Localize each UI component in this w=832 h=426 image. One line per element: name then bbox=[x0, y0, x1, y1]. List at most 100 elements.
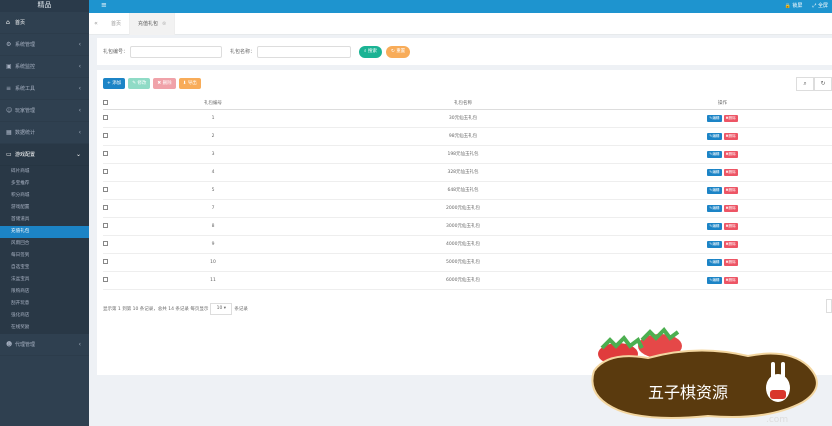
row-delete-button[interactable]: ✖删除 bbox=[723, 186, 738, 194]
row-delete-button[interactable]: ✖删除 bbox=[723, 132, 738, 140]
submenu-item[interactable]: 碎片商城 bbox=[0, 166, 89, 178]
pagination-suffix: 条记录 bbox=[234, 307, 248, 312]
select-all-checkbox[interactable] bbox=[103, 98, 113, 110]
add-button[interactable]: + 添加 bbox=[103, 78, 126, 89]
page-size-select[interactable]: 10 ▾ bbox=[210, 303, 233, 315]
sidebar-item-label: 系统工具 bbox=[15, 86, 36, 92]
submenu-item[interactable]: 充值礼包 bbox=[0, 226, 89, 238]
actions-cell: ✎编辑 ✖删除 bbox=[613, 181, 832, 200]
delete-button-label: 删除 bbox=[162, 81, 172, 86]
chevron-left-icon: ‹ bbox=[78, 41, 81, 48]
submenu-item[interactable]: 法盆宝具 bbox=[0, 274, 89, 286]
row-edit-button[interactable]: ✎编辑 bbox=[707, 186, 722, 194]
row-checkbox[interactable] bbox=[103, 199, 113, 218]
row-edit-label: 编辑 bbox=[712, 205, 720, 210]
row-edit-button[interactable]: ✎编辑 bbox=[707, 240, 722, 248]
row-delete-button[interactable]: ✖删除 bbox=[723, 240, 738, 248]
reset-button[interactable]: ↻ 重置 bbox=[385, 45, 411, 58]
sidebar-item-3[interactable]: ≡ 系统工具 ‹ bbox=[0, 78, 89, 100]
search-icon[interactable]: ⌕ bbox=[796, 77, 814, 91]
gift-name-input[interactable] bbox=[257, 45, 352, 58]
submenu-item[interactable]: 刮开玩意 bbox=[0, 298, 89, 310]
row-checkbox[interactable] bbox=[103, 163, 113, 182]
row-edit-button[interactable]: ✎编辑 bbox=[707, 222, 722, 230]
table-row: 3 198元仙玉礼包 ✎编辑 ✖删除 bbox=[103, 145, 832, 164]
sidebar-item-label: 代理管理 bbox=[15, 342, 36, 348]
actions-cell: ✎编辑 ✖删除 bbox=[613, 163, 832, 182]
sidebar-item-label: 首页 bbox=[15, 20, 26, 26]
row-checkbox[interactable] bbox=[103, 127, 113, 146]
row-checkbox[interactable] bbox=[103, 235, 113, 254]
submenu-item[interactable]: 游戏配置 bbox=[0, 202, 89, 214]
page-edge-button[interactable] bbox=[826, 299, 832, 313]
gift-table: 礼包编号 礼包名称 操作 1 30元仙玉礼包 ✎编辑 ✖删除 2 98元仙玉礼包 ✎编辑 ✖删… bbox=[103, 98, 832, 290]
row-delete-button[interactable]: ✖删除 bbox=[723, 222, 738, 230]
tab-active[interactable]: 充值礼包 ⊗ bbox=[130, 12, 176, 35]
hamburger-icon[interactable]: ≡ bbox=[101, 1, 107, 9]
row-delete-button[interactable]: ✖删除 bbox=[723, 258, 738, 266]
row-delete-button[interactable]: ✖删除 bbox=[723, 114, 738, 122]
export-button[interactable]: ⬇ 导出 bbox=[178, 78, 201, 89]
row-edit-button[interactable]: ✎编辑 bbox=[707, 276, 722, 284]
table-row: 2 98元仙玉礼包 ✎编辑 ✖删除 bbox=[103, 127, 832, 146]
row-delete-button[interactable]: ✖删除 bbox=[723, 204, 738, 212]
row-checkbox[interactable] bbox=[103, 253, 113, 272]
sidebar-item-4[interactable]: ☺ 玩家管理 ‹ bbox=[0, 100, 89, 122]
edit-button[interactable]: ✎ 修改 bbox=[128, 78, 151, 89]
reset-button-label: 重置 bbox=[396, 48, 406, 54]
sidebar-item-5[interactable]: ▦ 数据统计 ‹ bbox=[0, 122, 89, 144]
sidebar-item-2[interactable]: ▣ 系统监控 ‹ bbox=[0, 56, 89, 78]
row-checkbox[interactable] bbox=[103, 217, 113, 236]
row-edit-label: 编辑 bbox=[712, 259, 720, 264]
row-edit-label: 编辑 bbox=[712, 151, 720, 156]
submenu-item[interactable]: 强化商店 bbox=[0, 310, 89, 322]
row-checkbox[interactable] bbox=[103, 145, 113, 164]
row-edit-button[interactable]: ✎编辑 bbox=[707, 150, 722, 158]
submenu-item[interactable]: 首储道具 bbox=[0, 214, 89, 226]
row-delete-label: 删除 bbox=[728, 205, 736, 210]
sidebar-item-6[interactable]: ▭ 游戏配置 ⌄ bbox=[0, 144, 89, 166]
row-edit-label: 编辑 bbox=[712, 277, 720, 282]
tab-home[interactable]: 首页 bbox=[103, 12, 131, 35]
search-button[interactable]: ⌕ 搜索 bbox=[359, 45, 382, 58]
delete-button[interactable]: ✖ 删除 bbox=[153, 78, 176, 89]
sidebar-item-1[interactable]: ⚙ 系统管理 ‹ bbox=[0, 34, 89, 56]
row-checkbox[interactable] bbox=[103, 271, 113, 290]
submenu-item[interactable]: 每日签到 bbox=[0, 250, 89, 262]
gift-id-input[interactable] bbox=[130, 45, 223, 58]
row-checkbox[interactable] bbox=[103, 109, 113, 128]
submenu-item[interactable]: 自选宝宝 bbox=[0, 262, 89, 274]
submenu-item[interactable]: 积分商城 bbox=[0, 190, 89, 202]
submenu-item[interactable]: 多宝推荐 bbox=[0, 178, 89, 190]
row-edit-button[interactable]: ✎编辑 bbox=[707, 204, 722, 212]
table-row: 1 30元仙玉礼包 ✎编辑 ✖删除 bbox=[103, 109, 832, 128]
users-icon: ☻ bbox=[6, 341, 13, 348]
row-edit-button[interactable]: ✎编辑 bbox=[707, 168, 722, 176]
sidebar-item-0[interactable]: ⌂ 首页 bbox=[0, 12, 89, 34]
row-delete-label: 删除 bbox=[728, 277, 736, 282]
submenu-item[interactable]: 在线奖励 bbox=[0, 322, 89, 334]
row-edit-button[interactable]: ✎编辑 bbox=[707, 114, 722, 122]
refresh-icon[interactable]: ↻ bbox=[814, 77, 832, 91]
top-bar: ≡ 🔒 锁屏 ⤢ 全屏 bbox=[89, 0, 832, 13]
submenu-item[interactable]: 风雨回合 bbox=[0, 238, 89, 250]
row-delete-button[interactable]: ✖删除 bbox=[723, 150, 738, 158]
actions-cell: ✎编辑 ✖删除 bbox=[613, 217, 832, 236]
row-edit-button[interactable]: ✎编辑 bbox=[707, 258, 722, 266]
lock-screen-button[interactable]: 🔒 锁屏 bbox=[785, 2, 803, 9]
search-button-label: 搜索 bbox=[367, 48, 377, 54]
submenu-item[interactable]: 限购商店 bbox=[0, 286, 89, 298]
search-panel: 礼包编号： 礼包名称： ⌕ 搜索 ↻ 重置 bbox=[97, 38, 832, 65]
row-checkbox[interactable] bbox=[103, 181, 113, 200]
row-edit-button[interactable]: ✎编辑 bbox=[707, 132, 722, 140]
tab-scroll-left-icon[interactable]: « bbox=[89, 20, 103, 27]
table-tools: ⌕ ↻ bbox=[796, 77, 832, 91]
gift-id-cell: 1 bbox=[113, 109, 313, 128]
row-delete-button[interactable]: ✖删除 bbox=[723, 168, 738, 176]
row-delete-button[interactable]: ✖删除 bbox=[723, 276, 738, 284]
sidebar-item-agent[interactable]: ☻ 代理管理 ‹ bbox=[0, 334, 89, 356]
close-icon[interactable]: ⊗ bbox=[162, 21, 166, 27]
fullscreen-button[interactable]: ⤢ 全屏 bbox=[812, 2, 828, 9]
gift-id-cell: 11 bbox=[113, 271, 313, 290]
chart-icon: ▦ bbox=[6, 129, 12, 136]
